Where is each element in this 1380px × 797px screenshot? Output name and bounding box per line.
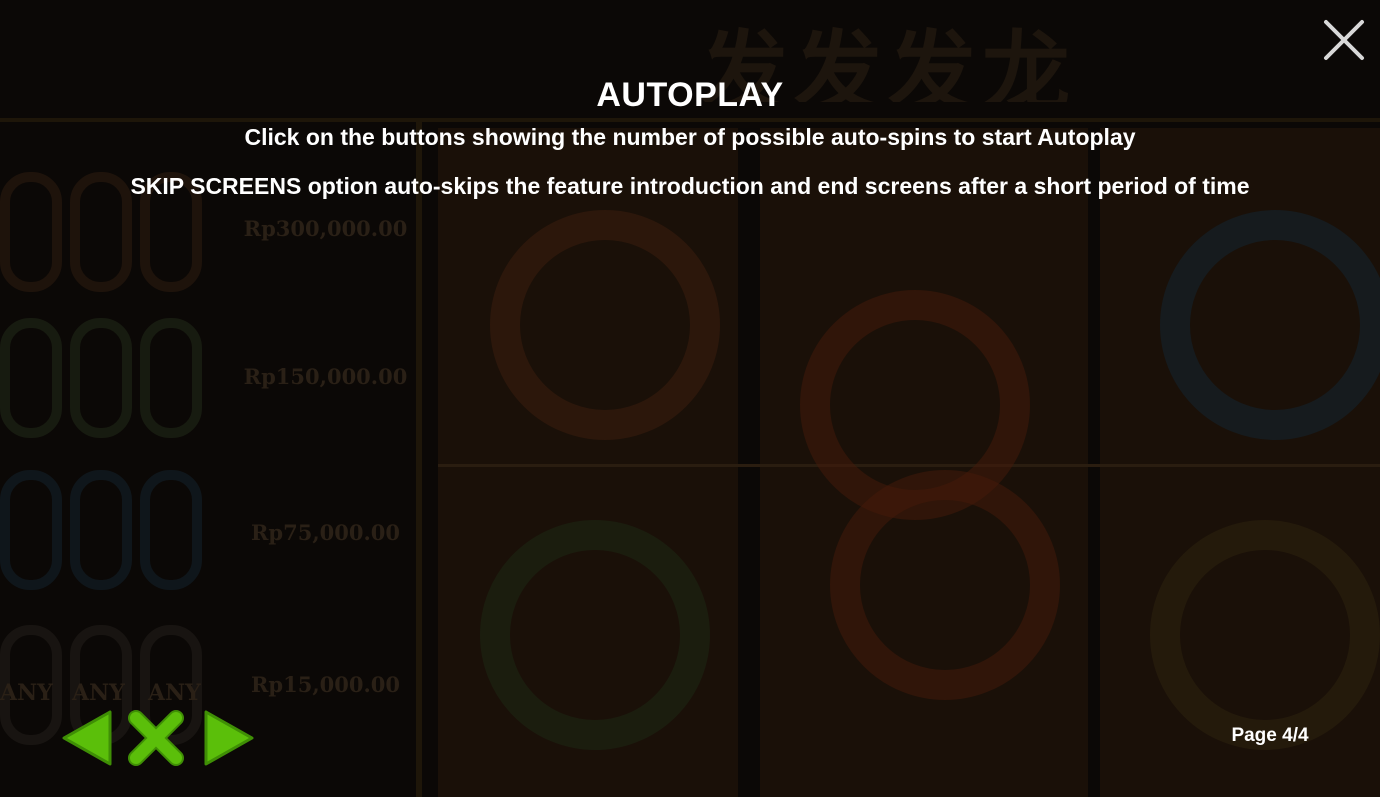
any-label: ANY xyxy=(72,680,125,706)
dragon-symbol xyxy=(480,520,710,750)
arrow-left-icon xyxy=(62,710,112,766)
frame-top xyxy=(0,118,1380,122)
prize-value: Rp15,000.00 xyxy=(250,672,401,697)
prize-value: Rp150,000.00 xyxy=(243,364,408,389)
paytable-dragon-icons xyxy=(0,318,220,448)
previous-page-button[interactable] xyxy=(60,708,116,768)
help-text-line: SKIP SCREENS option auto-skips the featu… xyxy=(130,173,1250,199)
x-icon xyxy=(128,710,184,766)
help-text-line: Click on the buttons showing the number … xyxy=(244,124,1136,150)
exit-help-button[interactable] xyxy=(126,708,184,768)
any-label: ANY xyxy=(0,680,53,706)
paytable-dragon-icons xyxy=(0,470,220,600)
any-label: ANY xyxy=(148,680,201,706)
arrow-right-icon xyxy=(204,710,254,766)
close-button[interactable] xyxy=(1322,18,1366,62)
help-page-title: AUTOPLAY xyxy=(596,76,784,114)
prize-value: Rp75,000.00 xyxy=(250,520,401,545)
frame-left xyxy=(416,118,422,797)
page-indicator: Page 4/4 xyxy=(1231,725,1309,746)
dragon-symbol xyxy=(1160,210,1380,440)
close-icon xyxy=(1324,20,1364,60)
prize-value: Rp300,000.00 xyxy=(243,216,408,241)
dragon-symbol xyxy=(490,210,720,440)
game-background: 发发发龙 Rp300,000.00 Rp150,000.00 Rp75,000.… xyxy=(0,0,1380,797)
next-page-button[interactable] xyxy=(200,708,256,768)
dragon-symbol xyxy=(1150,520,1380,750)
dragon-symbol xyxy=(830,470,1060,700)
